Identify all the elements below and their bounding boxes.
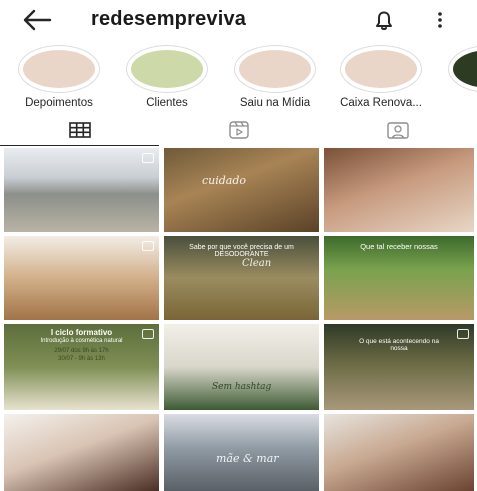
post-hand-with-petals[interactable]: Sem hashtag	[164, 324, 319, 410]
post-classroom-photo[interactable]	[4, 148, 159, 232]
tab-reels[interactable]	[159, 116, 318, 144]
post-headline-text: I ciclo formativo	[50, 328, 113, 337]
highlight-cover	[448, 45, 477, 93]
post-script-text: Clean	[242, 258, 272, 269]
post-caption-text: cuidado	[202, 174, 247, 187]
carousel-icon	[142, 241, 154, 251]
post-hands-on-bark[interactable]: cuidado	[164, 148, 319, 232]
profile-tabs	[0, 116, 477, 146]
carousel-icon	[142, 153, 154, 163]
highlight-cover	[126, 45, 208, 93]
post-mother-child[interactable]	[324, 414, 474, 491]
profile-username: redesempreviva	[91, 8, 247, 30]
bell-icon[interactable]	[372, 8, 396, 32]
highlight-label: Pl	[436, 97, 477, 109]
post-gift-basket[interactable]: Que tal receber nossas	[324, 236, 474, 320]
post-headline-text: Que tal receber nossas	[360, 242, 438, 251]
post-date-text: 29/07 dos 9h às 17h	[54, 348, 109, 354]
highlight-label: Saiu na Mídia	[239, 97, 311, 109]
tab-tagged[interactable]	[318, 116, 477, 144]
tagged-person-icon	[386, 122, 409, 139]
highlight-label: Caixa Renova...	[340, 97, 422, 109]
more-vertical-icon[interactable]	[433, 9, 447, 31]
post-woman-portrait[interactable]	[4, 414, 159, 491]
post-subtitle-text: Introdução à cosmética natural	[40, 338, 123, 344]
post-product-box-shells[interactable]	[324, 148, 474, 232]
tab-posts-grid[interactable]	[0, 116, 159, 146]
story-highlights: Depoimentos Clientes Saiu na Mídia Caixa…	[0, 40, 477, 112]
grid-icon	[68, 122, 91, 138]
highlight-cover	[234, 45, 316, 93]
highlight-label: Depoimentos	[25, 97, 93, 109]
post-script-text: mãe & mar	[216, 452, 279, 465]
highlight-label: Clientes	[146, 97, 188, 109]
reels-icon	[228, 121, 249, 139]
post-headline-text: O que está acontecendo na nossa	[359, 338, 439, 352]
highlight-cover	[340, 45, 422, 93]
post-training-poster[interactable]: I ciclo formativo Introdução à cosmética…	[4, 324, 159, 410]
post-headline-text: Sabe por que você precisa de um DESODORA…	[189, 244, 294, 258]
posts-grid: cuidado Sabe por que você precisa de um …	[4, 148, 474, 491]
arrow-left-icon[interactable]	[22, 9, 52, 31]
top-bar: redesempreviva	[0, 0, 477, 40]
post-cardboard-boxes[interactable]	[4, 236, 159, 320]
post-date-text: 30/07 - 9h às 13h	[58, 356, 105, 362]
post-deodorant-basket[interactable]: Sabe por que você precisa de um DESODORA…	[164, 236, 319, 320]
highlight-cover	[18, 45, 100, 93]
post-product-box-nature[interactable]: O que está acontecendo na nossa	[324, 324, 474, 410]
post-script-text: Sem hashtag	[212, 382, 272, 392]
post-sea-rocks[interactable]: mãe & mar	[164, 414, 319, 491]
